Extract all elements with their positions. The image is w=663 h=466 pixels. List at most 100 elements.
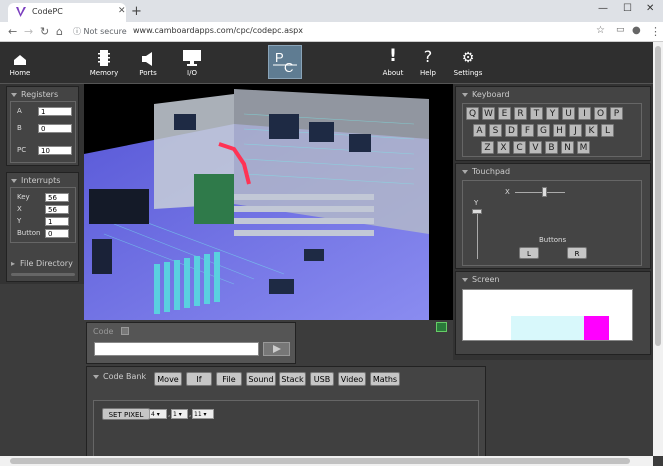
horizontal-scrollbar[interactable]: [0, 456, 653, 466]
forward-icon[interactable]: →: [24, 25, 33, 38]
key-a[interactable]: A: [473, 124, 486, 137]
key-q[interactable]: Q: [466, 107, 479, 120]
touchpad-y-slider[interactable]: [477, 211, 478, 259]
interrupt-x-input[interactable]: 56: [45, 205, 69, 214]
key-l[interactable]: L: [601, 124, 614, 137]
menu-icon[interactable]: ⋮: [650, 25, 661, 38]
io-button[interactable]: I/O: [164, 42, 220, 84]
home-icon[interactable]: ⌂: [56, 25, 63, 38]
key-t[interactable]: T: [530, 107, 543, 120]
key-c[interactable]: C: [513, 141, 526, 154]
cast-icon[interactable]: ▭: [616, 25, 625, 35]
register-b-label: B: [17, 124, 22, 132]
key-i[interactable]: I: [578, 107, 591, 120]
settings-button[interactable]: ⚙ Settings: [440, 42, 496, 84]
collapse-icon[interactable]: [93, 374, 99, 379]
touchpad-left-button[interactable]: L: [519, 247, 539, 259]
pixel-x-select[interactable]: 4 ▾: [149, 409, 167, 419]
pixel-y-select[interactable]: 1 ▾: [171, 409, 188, 419]
close-window-icon[interactable]: ✕: [646, 3, 654, 14]
key-j[interactable]: J: [569, 124, 582, 137]
interrupt-button-input[interactable]: 0: [45, 229, 69, 238]
bookmark-star-icon[interactable]: ☆: [596, 25, 605, 36]
keyboard-keys: Q W E R T Y U I O P A S D F G H J K L Z …: [462, 103, 642, 157]
key-u[interactable]: U: [562, 107, 575, 120]
key-n[interactable]: N: [561, 141, 574, 154]
browser-tab[interactable]: CodePC ✕: [8, 3, 126, 22]
scrollbar-thumb[interactable]: [655, 46, 661, 346]
key-o[interactable]: O: [594, 107, 607, 120]
horizontal-scrollbar-thumb[interactable]: [10, 458, 630, 464]
key-s[interactable]: S: [489, 124, 502, 137]
touchpad-x-slider-thumb[interactable]: [542, 187, 547, 197]
collapse-icon[interactable]: [462, 277, 468, 282]
code-bank-sound-button[interactable]: Sound: [246, 372, 276, 386]
back-icon[interactable]: ←: [8, 25, 17, 38]
register-pc-input[interactable]: 10: [38, 146, 72, 155]
key-k[interactable]: K: [585, 124, 598, 137]
register-b-input[interactable]: 0: [38, 124, 72, 133]
new-tab-button[interactable]: +: [131, 4, 142, 19]
collapse-icon[interactable]: [462, 169, 468, 174]
key-g[interactable]: G: [537, 124, 550, 137]
code-input[interactable]: [94, 342, 259, 356]
collapse-icon[interactable]: [462, 92, 468, 97]
home-button[interactable]: Home: [0, 42, 48, 84]
key-b[interactable]: B: [545, 141, 558, 154]
tab-title: CodePC: [32, 7, 63, 16]
interrupt-button-label: Button: [17, 229, 41, 237]
register-pc-label: PC: [17, 146, 27, 154]
key-f[interactable]: F: [521, 124, 534, 137]
omnibox[interactable]: ⓘ Not secure www.camboardapps.com/cpc/co…: [73, 24, 593, 40]
code-bank-panel: Code Bank Move If File Sound Stack USB V…: [86, 366, 486, 466]
file-directory-scrollbar[interactable]: [11, 273, 75, 276]
minimize-icon[interactable]: —: [598, 3, 608, 14]
run-code-button[interactable]: [263, 342, 290, 356]
interrupt-key-label: Key: [17, 193, 30, 201]
register-a-input[interactable]: 1: [38, 107, 72, 116]
page-scrollbar[interactable]: [653, 42, 663, 456]
code-bank-usb-button[interactable]: USB: [310, 372, 334, 386]
home-nav-icon: [14, 55, 26, 65]
touchpad-x-label: X: [505, 188, 510, 196]
pc-view-button[interactable]: PC: [268, 45, 302, 79]
pixel-color-select[interactable]: 11 ▾: [192, 409, 214, 419]
file-directory-header[interactable]: ▸ File Directory: [11, 259, 73, 268]
screen-title: Screen: [472, 275, 500, 284]
maximize-icon[interactable]: ☐: [623, 3, 632, 14]
register-a-label: A: [17, 107, 22, 115]
collapse-icon[interactable]: [11, 92, 17, 97]
touchpad-y-slider-thumb[interactable]: [472, 209, 482, 214]
code-bank-video-button[interactable]: Video: [338, 372, 366, 386]
code-bank-stack-button[interactable]: Stack: [279, 372, 306, 386]
key-p[interactable]: P: [610, 107, 623, 120]
code-toggle-icon[interactable]: [121, 327, 129, 335]
not-secure-label[interactable]: ⓘ Not secure: [73, 26, 127, 37]
touchpad-x-slider[interactable]: [515, 192, 565, 193]
profile-icon[interactable]: ●: [632, 25, 641, 36]
collapse-icon[interactable]: [11, 178, 17, 183]
key-e[interactable]: E: [498, 107, 511, 120]
key-z[interactable]: Z: [481, 141, 494, 154]
key-y[interactable]: Y: [546, 107, 559, 120]
play-icon: [273, 345, 281, 353]
key-v[interactable]: V: [529, 141, 542, 154]
key-w[interactable]: W: [482, 107, 495, 120]
interrupt-y-input[interactable]: 1: [45, 217, 69, 226]
code-bank-if-button[interactable]: If: [186, 372, 212, 386]
code-bank-move-button[interactable]: Move: [154, 372, 182, 386]
url-text[interactable]: www.camboardapps.com/cpc/codepc.aspx: [133, 26, 303, 35]
code-bank-file-button[interactable]: File: [216, 372, 242, 386]
key-r[interactable]: R: [514, 107, 527, 120]
key-m[interactable]: M: [577, 141, 590, 154]
reload-icon[interactable]: ↻: [40, 25, 49, 38]
close-tab-icon[interactable]: ✕: [118, 6, 126, 16]
code-bank-maths-button[interactable]: Maths: [370, 372, 400, 386]
set-pixel-button[interactable]: SET PIXEL: [102, 408, 150, 420]
key-h[interactable]: H: [553, 124, 566, 137]
touchpad-right-button[interactable]: R: [567, 247, 587, 259]
key-d[interactable]: D: [505, 124, 518, 137]
key-x[interactable]: X: [497, 141, 510, 154]
board-3d-view[interactable]: [84, 84, 453, 320]
interrupt-key-input[interactable]: 56: [45, 193, 69, 202]
